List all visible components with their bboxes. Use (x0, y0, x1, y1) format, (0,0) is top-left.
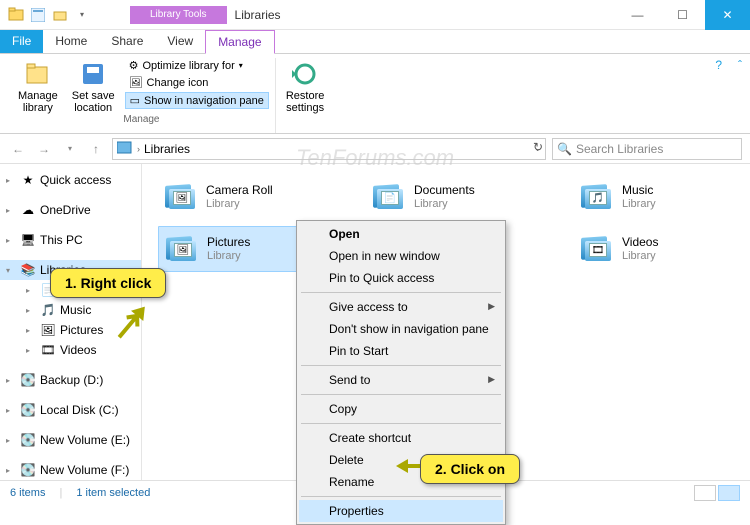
restore-icon (291, 60, 319, 88)
tab-file[interactable]: File (0, 30, 43, 53)
back-button[interactable]: ← (8, 139, 28, 159)
tab-share[interactable]: Share (99, 30, 155, 53)
libraries-icon: 📚 (20, 262, 36, 278)
cm-pin-quick-access[interactable]: Pin to Quick access (299, 267, 503, 289)
submenu-arrow-icon: ▶ (488, 374, 495, 385)
videos-lib-icon: 🎞 (580, 232, 614, 266)
music-lib-icon: 🎵 (580, 180, 614, 214)
callout-right-click: 1. Right click (50, 268, 166, 298)
library-item-music[interactable]: 🎵 MusicLibrary (574, 174, 734, 220)
tree-this-pc[interactable]: ▸🖥This PC (0, 230, 141, 250)
library-item-documents[interactable]: 📄 DocumentsLibrary (366, 174, 566, 220)
history-dropdown[interactable]: ▾ (60, 139, 80, 159)
properties-qat-icon[interactable] (30, 7, 46, 23)
cm-pin-to-start[interactable]: Pin to Start (299, 340, 503, 362)
submenu-arrow-icon: ▶ (488, 301, 495, 312)
camera-roll-icon: 🖼 (164, 180, 198, 214)
drive-icon: 💽 (20, 462, 36, 478)
cm-send-to[interactable]: Send to▶ (299, 369, 503, 391)
documents-lib-icon: 📄 (372, 180, 406, 214)
ribbon: Manage library Set save location ⚙ Optim… (0, 54, 750, 134)
ribbon-group-label: Manage (123, 114, 159, 125)
ribbon-collapse-icon[interactable]: ˆ (738, 58, 742, 72)
libraries-icon (117, 140, 133, 157)
tree-new-volume-e[interactable]: ▸💽New Volume (E:) (0, 430, 141, 450)
callout-click-on: 2. Click on (420, 454, 520, 484)
window-title: Libraries (235, 8, 281, 22)
change-icon-icon: 🖼 (129, 76, 143, 89)
drive-icon: 💽 (20, 432, 36, 448)
new-folder-qat-icon[interactable] (52, 7, 68, 23)
library-item-videos[interactable]: 🎞 VideosLibrary (574, 226, 734, 272)
details-view-button[interactable] (694, 485, 716, 501)
pc-icon: 🖥 (20, 232, 36, 248)
ribbon-context-label: Library Tools Libraries (130, 6, 281, 24)
minimize-button[interactable]: — (615, 0, 660, 30)
set-save-location-button[interactable]: Set save location (68, 58, 119, 116)
library-item-camera-roll[interactable]: 🖼 Camera RollLibrary (158, 174, 358, 220)
nav-bar: ← → ▾ ↑ › Libraries ⌄ ↻ 🔍 Search Librari… (0, 134, 750, 164)
change-icon-button[interactable]: 🖼 Change icon (125, 75, 269, 90)
up-button[interactable]: ↑ (86, 139, 106, 159)
qat-dropdown-icon[interactable]: ▾ (74, 7, 90, 23)
refresh-button[interactable]: ↻ (533, 140, 543, 154)
close-button[interactable]: ✕ (705, 0, 750, 30)
forward-button[interactable]: → (34, 139, 54, 159)
pictures-lib-icon: 🖼 (165, 232, 199, 266)
optimize-library-button[interactable]: ⚙ Optimize library for ▾ (125, 58, 269, 73)
help-icon[interactable]: ? (715, 58, 722, 72)
tab-view[interactable]: View (155, 30, 205, 53)
cm-copy[interactable]: Copy (299, 398, 503, 420)
cm-give-access-to[interactable]: Give access to▶ (299, 296, 503, 318)
manage-library-button[interactable]: Manage library (14, 58, 62, 116)
videos-icon: 🎞 (40, 342, 56, 358)
tree-new-volume-f[interactable]: ▸💽New Volume (F:) (0, 460, 141, 480)
tree-quick-access[interactable]: ▸★Quick access (0, 170, 141, 190)
cm-open-new-window[interactable]: Open in new window (299, 245, 503, 267)
optimize-icon: ⚙ (129, 59, 139, 72)
tiles-view-button[interactable] (718, 485, 740, 501)
tree-lib-videos[interactable]: ▸🎞Videos (0, 340, 141, 360)
title-bar: ▾ Library Tools Libraries — ☐ ✕ (0, 0, 750, 30)
search-input[interactable]: 🔍 Search Libraries (552, 138, 742, 160)
cm-properties[interactable]: Properties (299, 500, 503, 522)
cm-create-shortcut[interactable]: Create shortcut (299, 427, 503, 449)
drive-icon: 💽 (20, 372, 36, 388)
cm-open[interactable]: Open (299, 223, 503, 245)
show-in-nav-pane-button[interactable]: ▭ Show in navigation pane (125, 92, 269, 109)
pictures-icon: 🖼 (40, 322, 56, 338)
nav-pane-icon: ▭ (130, 94, 140, 107)
search-icon: 🔍 (557, 142, 572, 156)
cloud-icon: ☁ (20, 202, 36, 218)
quick-access-toolbar: ▾ (0, 7, 90, 23)
save-location-icon (79, 60, 107, 88)
maximize-button[interactable]: ☐ (660, 0, 705, 30)
tab-manage[interactable]: Manage (205, 30, 274, 54)
tree-backup-d[interactable]: ▸💽Backup (D:) (0, 370, 141, 390)
music-icon: 🎵 (40, 302, 56, 318)
address-bar[interactable]: › Libraries ⌄ ↻ (112, 138, 546, 160)
restore-settings-button[interactable]: Restore settings (282, 58, 329, 116)
tree-onedrive[interactable]: ▸☁OneDrive (0, 200, 141, 220)
tree-local-disk-c[interactable]: ▸💽Local Disk (C:) (0, 400, 141, 420)
star-icon: ★ (20, 172, 36, 188)
app-icon (8, 7, 24, 23)
manage-library-icon (24, 60, 52, 88)
cm-dont-show-nav[interactable]: Don't show in navigation pane (299, 318, 503, 340)
item-count: 6 items (10, 487, 45, 499)
context-tab-header: Library Tools (130, 6, 227, 24)
ribbon-tabs: File Home Share View Manage (0, 30, 750, 54)
tab-home[interactable]: Home (43, 30, 99, 53)
drive-icon: 💽 (20, 402, 36, 418)
selection-count: 1 item selected (76, 487, 150, 499)
address-text: Libraries (144, 142, 190, 156)
